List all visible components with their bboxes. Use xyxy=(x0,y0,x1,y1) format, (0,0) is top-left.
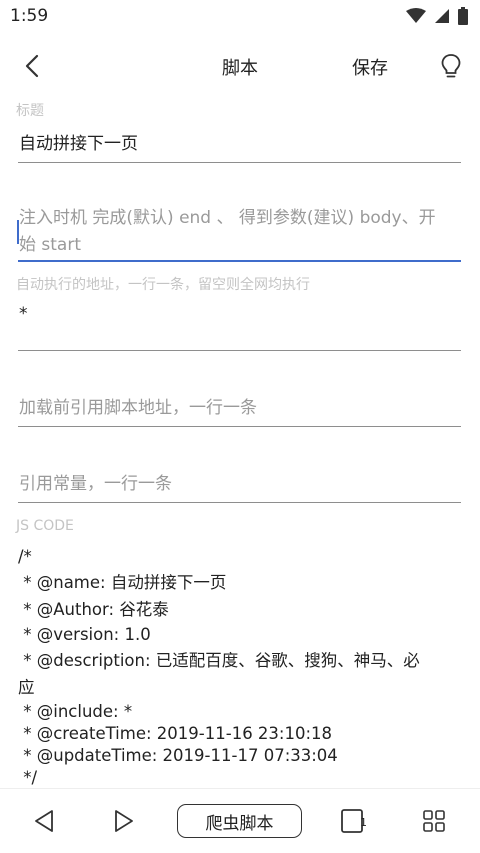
inject-timing-underline xyxy=(18,260,461,262)
code-line: * @Author: 谷花泰 xyxy=(18,600,169,619)
browser-back-button[interactable] xyxy=(24,803,64,839)
status-time: 1:59 xyxy=(10,6,49,26)
crawler-script-button[interactable]: 爬虫脚本 xyxy=(177,804,302,838)
code-line: 应 xyxy=(18,678,35,697)
tabs-button[interactable]: 1 xyxy=(334,803,374,839)
page-title: 脚本 xyxy=(222,58,258,79)
menu-button[interactable] xyxy=(414,803,454,839)
grid-menu-icon xyxy=(423,810,445,832)
lightbulb-icon xyxy=(441,54,461,78)
title-label: 标题 xyxy=(16,103,44,119)
title-underline xyxy=(18,162,461,163)
browser-forward-button[interactable] xyxy=(104,803,144,839)
battery-icon xyxy=(458,7,468,25)
preload-underline xyxy=(18,426,461,427)
signal-icon xyxy=(435,9,449,23)
save-button[interactable]: 保存 xyxy=(352,54,388,80)
inject-timing-line2[interactable]: 始 start xyxy=(19,231,81,259)
constants-underline xyxy=(18,502,461,503)
tab-count-badge: 1 xyxy=(360,816,367,829)
app-bar: 脚本 保存 xyxy=(0,34,480,98)
status-icons xyxy=(406,7,468,25)
status-bar: 1:59 xyxy=(0,0,480,34)
wifi-icon xyxy=(406,8,426,23)
constants-input[interactable]: 引用常量，一行一条 xyxy=(19,470,172,498)
code-line: * @name: 自动拼接下一页 xyxy=(18,573,227,592)
code-line: * @version: 1.0 xyxy=(18,625,151,644)
tip-button[interactable] xyxy=(434,48,468,84)
triangle-left-icon xyxy=(35,810,53,832)
address-label: 自动执行的地址，一行一条，留空则全网均执行 xyxy=(16,277,310,293)
code-line: * @updateTime: 2019-11-17 07:33:04 xyxy=(18,746,338,765)
code-line: * @description: 已适配百度、谷歌、搜狗、神马、必 xyxy=(18,651,420,670)
code-line: /* xyxy=(18,547,32,566)
triangle-right-icon xyxy=(115,810,133,832)
address-input[interactable]: * xyxy=(19,300,28,328)
address-underline xyxy=(18,350,461,351)
title-input[interactable]: 自动拼接下一页 xyxy=(19,130,138,158)
js-code-label: JS CODE xyxy=(16,518,74,534)
preload-script-input[interactable]: 加载前引用脚本地址，一行一条 xyxy=(19,394,257,422)
inject-timing-line1[interactable]: 注入时机 完成(默认) end 、 得到参数(建议) body、开 xyxy=(19,204,436,232)
bottom-nav-bar: 爬虫脚本 1 xyxy=(0,788,480,853)
